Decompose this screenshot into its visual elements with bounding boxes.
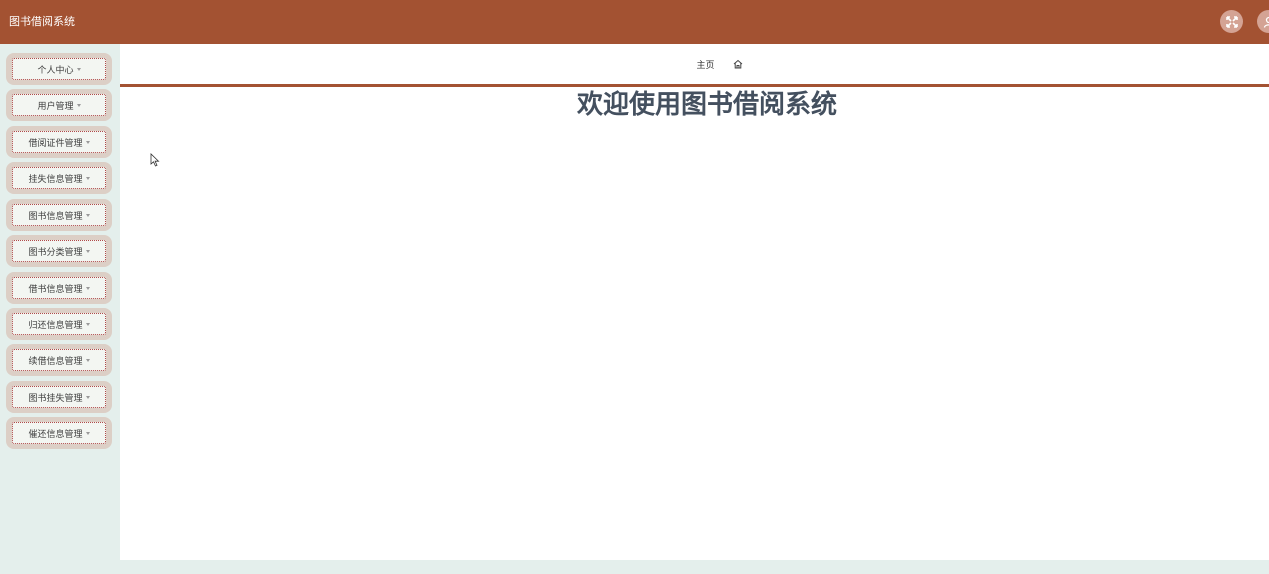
sidebar-item-button[interactable]: 个人中心 — [12, 58, 106, 80]
sidebar-item-button[interactable]: 图书挂失管理 — [12, 386, 106, 408]
app-title: 图书借阅系统 — [9, 15, 75, 28]
sidebar-item-card-management[interactable]: 借阅证件管理 — [6, 126, 112, 158]
sidebar-item-button[interactable]: 续借信息管理 — [12, 349, 106, 371]
fullscreen-icon — [1225, 15, 1238, 28]
mouse-cursor-icon — [150, 153, 160, 167]
sidebar-item-return-info-management[interactable]: 归还信息管理 — [6, 308, 112, 340]
sidebar-item-label: 借阅证件管理 — [28, 138, 83, 149]
sidebar-item-label: 挂失信息管理 — [28, 174, 83, 185]
sidebar-item-label: 图书挂失管理 — [28, 393, 83, 404]
sidebar-item-button[interactable]: 借阅证件管理 — [12, 131, 106, 153]
top-header: 图书借阅系统 — [0, 0, 1269, 44]
fullscreen-button[interactable] — [1220, 10, 1243, 33]
sidebar-item-button[interactable]: 图书信息管理 — [12, 204, 106, 226]
sidebar-item-book-category-management[interactable]: 图书分类管理 — [6, 235, 112, 267]
sidebar-item-label: 图书信息管理 — [28, 211, 83, 222]
sidebar-item-label: 借书信息管理 — [28, 284, 83, 295]
sidebar-item-book-info-management[interactable]: 图书信息管理 — [6, 199, 112, 231]
sidebar-item-reminder-info-management[interactable]: 催还信息管理 — [6, 417, 112, 449]
caret-down-icon — [85, 140, 90, 144]
sidebar-item-renewal-info-management[interactable]: 续借信息管理 — [6, 344, 112, 376]
sidebar-item-label: 用户管理 — [37, 101, 74, 112]
footer-strip — [120, 560, 1269, 574]
caret-down-icon — [85, 358, 90, 362]
sidebar-item-button[interactable]: 催还信息管理 — [12, 422, 106, 444]
breadcrumb: 主页 — [120, 44, 1269, 84]
breadcrumb-divider — [120, 84, 1269, 87]
sidebar: 个人中心 用户管理 借阅证件管理 挂失信息管理 图书信息管理 图书分类管理 借书… — [0, 44, 120, 574]
sidebar-item-button[interactable]: 用户管理 — [12, 94, 106, 116]
caret-down-icon — [85, 286, 90, 290]
sidebar-item-label: 个人中心 — [37, 65, 74, 76]
sidebar-item-borrow-info-management[interactable]: 借书信息管理 — [6, 272, 112, 304]
main-content: 主页 欢迎使用图书借阅系统 — [120, 44, 1269, 560]
sidebar-item-personal-center[interactable]: 个人中心 — [6, 53, 112, 85]
sidebar-item-button[interactable]: 挂失信息管理 — [12, 167, 106, 189]
sidebar-item-loss-report-management[interactable]: 挂失信息管理 — [6, 162, 112, 194]
sidebar-item-user-management[interactable]: 用户管理 — [6, 89, 112, 121]
sidebar-item-label: 图书分类管理 — [28, 247, 83, 258]
user-button[interactable] — [1257, 10, 1269, 33]
sidebar-item-button[interactable]: 借书信息管理 — [12, 277, 106, 299]
sidebar-item-button[interactable]: 归还信息管理 — [12, 313, 106, 335]
breadcrumb-home-link[interactable]: 主页 — [696, 58, 714, 71]
caret-down-icon — [85, 322, 90, 326]
caret-down-icon — [76, 67, 81, 71]
sidebar-item-label: 归还信息管理 — [28, 320, 83, 331]
home-icon[interactable] — [733, 59, 743, 69]
user-icon — [1263, 16, 1269, 28]
sidebar-item-label: 催还信息管理 — [28, 429, 83, 440]
welcome-heading: 欢迎使用图书借阅系统 — [576, 90, 837, 120]
caret-down-icon — [85, 249, 90, 253]
caret-down-icon — [85, 395, 90, 399]
caret-down-icon — [76, 103, 81, 107]
caret-down-icon — [85, 176, 90, 180]
caret-down-icon — [85, 213, 90, 217]
caret-down-icon — [85, 431, 90, 435]
sidebar-item-button[interactable]: 图书分类管理 — [12, 240, 106, 262]
sidebar-item-book-loss-management[interactable]: 图书挂失管理 — [6, 381, 112, 413]
sidebar-item-label: 续借信息管理 — [28, 356, 83, 367]
